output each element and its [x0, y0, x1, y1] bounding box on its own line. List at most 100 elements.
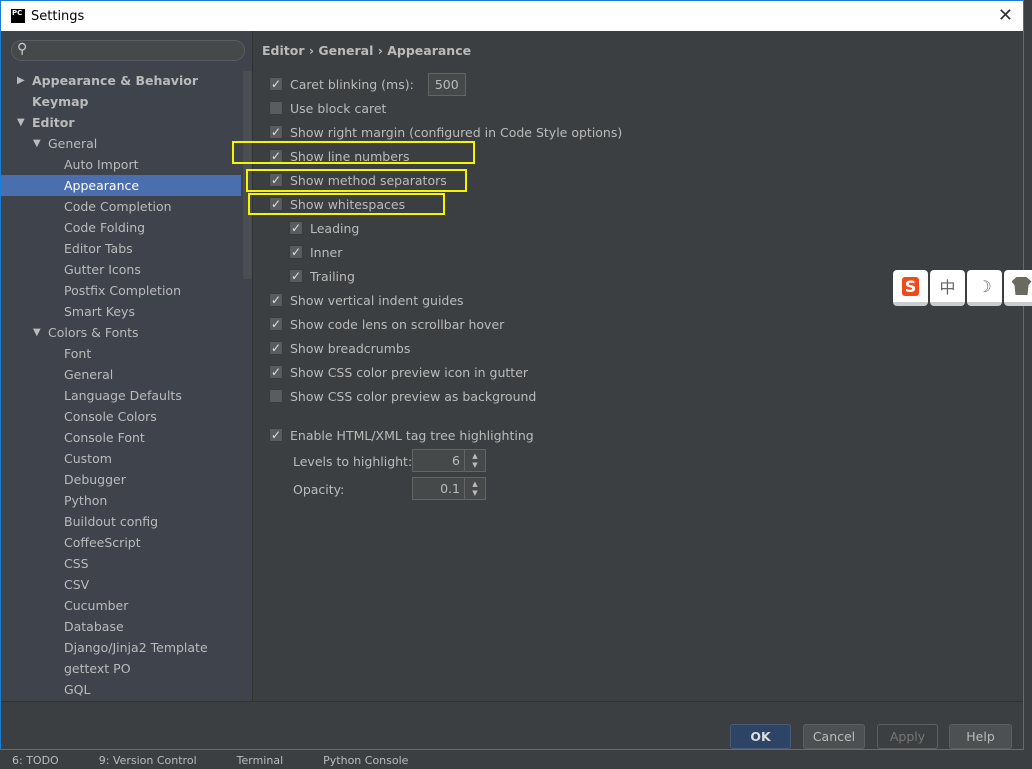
version-control-tab[interactable]: 9: Version Control	[99, 752, 197, 767]
option-label: Show CSS color preview as background	[290, 388, 537, 404]
tree-item[interactable]: Database	[1, 616, 241, 637]
sogou-s: S	[901, 276, 920, 296]
tree-item[interactable]: Font	[1, 343, 241, 364]
option-row[interactable]: ✓ Show breadcrumbs	[269, 338, 410, 358]
tree-item[interactable]: CoffeeScript	[1, 532, 241, 553]
tree-item[interactable]: Editor Tabs	[1, 238, 241, 259]
tree-item-label: Buildout config	[64, 514, 159, 529]
checkbox[interactable]: ✓	[269, 77, 283, 91]
chinese-mode-icon[interactable]: 中	[930, 270, 965, 306]
checkbox[interactable]: ✓	[289, 221, 303, 235]
tree-item[interactable]: Custom	[1, 448, 241, 469]
tree-item[interactable]: CSV	[1, 574, 241, 595]
checkbox[interactable]	[269, 389, 283, 403]
tree-item[interactable]: Code Folding	[1, 217, 241, 238]
tree-item[interactable]: Gutter Icons	[1, 259, 241, 280]
tree-item[interactable]: Console Font	[1, 427, 241, 448]
spinner-arrows-icon[interactable]: ▲ ▼	[465, 480, 485, 498]
tree-item[interactable]: Django/Jinja2 Template	[1, 637, 241, 658]
option-row[interactable]: ✓ Show code lens on scrollbar hover	[269, 314, 504, 334]
tree-item[interactable]: ▼ Colors & Fonts	[1, 322, 241, 343]
checkbox[interactable]: ✓	[269, 293, 283, 307]
chevron-down-icon[interactable]: ▼	[17, 112, 25, 133]
tree-item-label: gettext PO	[64, 661, 131, 676]
option-row[interactable]: ✓ Trailing	[289, 266, 355, 286]
checkbox[interactable]	[269, 101, 283, 115]
levels-spinner[interactable]: 6 ▲ ▼	[412, 449, 486, 472]
tree-item-label: Debugger	[64, 472, 126, 487]
tree-item[interactable]: CSS	[1, 553, 241, 574]
pycharm-logo-icon: PC	[11, 9, 25, 23]
option-row[interactable]: ✓ Inner	[289, 242, 342, 262]
spinner-arrows-icon[interactable]: ▲ ▼	[465, 452, 485, 470]
tree-item-label: Code Completion	[64, 199, 172, 214]
tree-item[interactable]: Language Defaults	[1, 385, 241, 406]
option-row[interactable]: Show CSS color preview as background	[269, 386, 536, 406]
option-row[interactable]: ✓ Show vertical indent guides	[269, 290, 464, 310]
skin-shirt-icon[interactable]	[1004, 270, 1032, 306]
close-icon[interactable]: ✕	[998, 5, 1013, 26]
chevron-right-icon[interactable]: ▶	[17, 70, 25, 91]
tree-item-label: Font	[64, 346, 92, 361]
tree-item-label: General	[48, 136, 98, 151]
caret-blink-input[interactable]: 500	[427, 72, 466, 96]
tree-item[interactable]: ▼ General	[1, 133, 241, 154]
cancel-button[interactable]: Cancel	[803, 724, 865, 749]
ok-button[interactable]: OK	[730, 724, 791, 749]
tree-item-label: Console Colors	[64, 409, 157, 424]
option-row[interactable]: Use block caret	[269, 98, 386, 118]
tree-item[interactable]: Python	[1, 490, 241, 511]
tree-item-label: Code Folding	[64, 220, 146, 235]
tree-item[interactable]: Buildout config	[1, 511, 241, 532]
chevron-down-icon[interactable]: ▼	[33, 133, 41, 154]
settings-dialog: PC Settings ✕ ⚲ ▶ Appearance & Behavior Ke…	[0, 0, 1024, 750]
tree-item[interactable]: ▼ Editor	[1, 112, 241, 133]
tree-item[interactable]: Code Completion	[1, 196, 241, 217]
checkbox[interactable]: ✓	[289, 269, 303, 283]
tag-highlight-option[interactable]: ✓ Enable HTML/XML tag tree highlighting	[269, 425, 534, 445]
tree-item[interactable]: Keymap	[1, 91, 241, 112]
checkbox[interactable]: ✓	[269, 365, 283, 379]
search-input[interactable]: ⚲	[11, 40, 245, 61]
apply-button[interactable]: Apply	[877, 724, 938, 749]
tree-item[interactable]: Cucumber	[1, 595, 241, 616]
help-button[interactable]: Help	[949, 724, 1012, 749]
tree-item-label: Language Defaults	[64, 388, 182, 403]
checkbox[interactable]: ✓	[269, 428, 283, 442]
option-label: Trailing	[310, 268, 355, 284]
option-row[interactable]: ✓ Leading	[289, 218, 359, 238]
tree-item-label: Database	[64, 619, 124, 634]
terminal-tab[interactable]: Terminal	[237, 752, 284, 767]
tree-item[interactable]: Appearance	[1, 175, 241, 196]
tree-item[interactable]: gettext PO	[1, 658, 241, 679]
option-row[interactable]: ✓ Show CSS color preview icon in gutter	[269, 362, 528, 382]
opacity-value: 0.1	[413, 478, 465, 499]
checkbox[interactable]: ✓	[289, 245, 303, 259]
tree-item[interactable]: Postfix Completion	[1, 280, 241, 301]
checkbox[interactable]: ✓	[269, 317, 283, 331]
checkbox[interactable]: ✓	[269, 341, 283, 355]
sogou-logo-icon[interactable]: S	[893, 270, 928, 306]
python-console-tab[interactable]: Python Console	[323, 752, 408, 767]
tree-item-label: Keymap	[32, 94, 89, 109]
option-label: Enable HTML/XML tag tree highlighting	[290, 427, 534, 443]
tree-item[interactable]: GQL	[1, 679, 241, 700]
tree-item[interactable]: General	[1, 364, 241, 385]
checkbox[interactable]: ✓	[269, 125, 283, 139]
tree-item[interactable]: Smart Keys	[1, 301, 241, 322]
tree-item-label: Console Font	[64, 430, 145, 445]
todo-tab[interactable]: 6: TODO	[12, 752, 59, 767]
tree-item[interactable]: Auto Import	[1, 154, 241, 175]
option-row[interactable]: ✓ Show right margin (configured in Code S…	[269, 122, 622, 142]
option-row[interactable]: ✓ Caret blinking (ms): 500	[269, 72, 466, 96]
ide-status-bar: 6: TODO 9: Version Control Terminal Pyth…	[0, 752, 1032, 767]
highlight-box	[232, 141, 475, 164]
search-icon: ⚲	[17, 41, 28, 57]
tree-item[interactable]: Console Colors	[1, 406, 241, 427]
moon-icon[interactable]: ☽	[967, 270, 1002, 306]
tree-item[interactable]: Debugger	[1, 469, 241, 490]
chevron-down-icon[interactable]: ▼	[33, 322, 41, 343]
tree-item[interactable]: ▶ Appearance & Behavior	[1, 70, 241, 91]
opacity-spinner[interactable]: 0.1 ▲ ▼	[412, 477, 486, 500]
tree-item-label: Python	[64, 493, 108, 508]
